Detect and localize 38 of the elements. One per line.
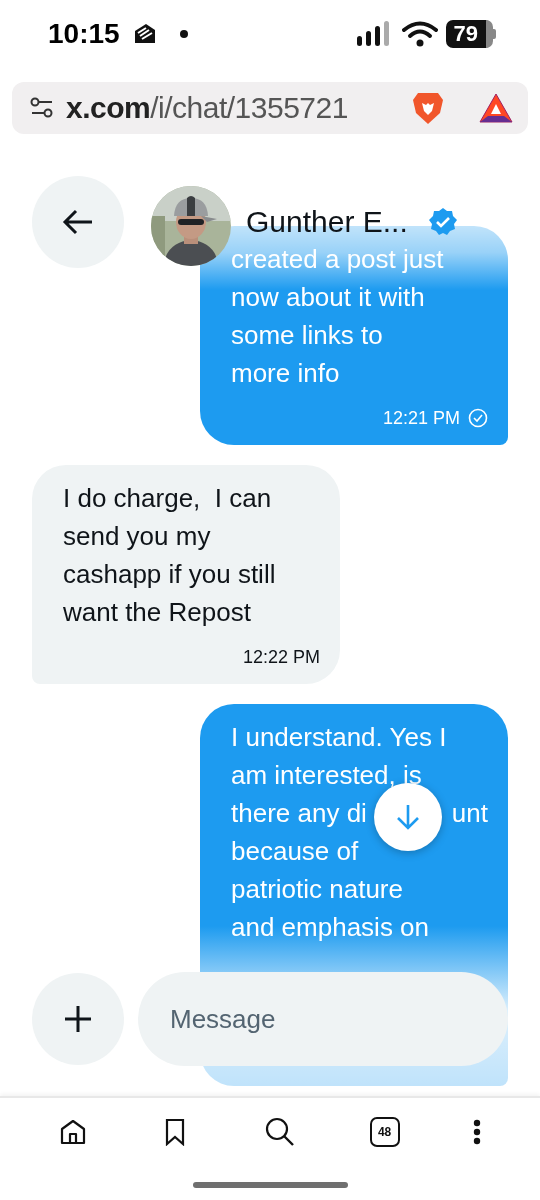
clock-time: 10:15 [48, 18, 120, 50]
signal-icon [355, 21, 392, 47]
lion-shield-icon[interactable] [412, 91, 444, 125]
address-bar[interactable]: x.com/i/chat/1355721 [12, 82, 528, 134]
url-text[interactable]: x.com/i/chat/1355721 [66, 91, 400, 125]
message-text: because of [231, 835, 359, 868]
wifi-icon [401, 21, 438, 47]
message-time: 12:22 PM [242, 646, 320, 669]
message-text: patriotic nature [231, 873, 403, 906]
bookmark-icon [164, 1118, 187, 1146]
message-text: now about it with [231, 281, 425, 314]
message-text: some links to [231, 319, 383, 352]
message-text: I do charge, I can [63, 482, 272, 515]
message-text: want the Repost [63, 596, 251, 629]
message-time: 12:21 PM [382, 407, 460, 430]
triangle-icon[interactable] [478, 92, 514, 124]
message-text: send you my [63, 520, 211, 553]
down-arrow-icon [396, 803, 420, 831]
message-text: am interested, is [231, 759, 422, 792]
message-text: there any di [231, 797, 367, 830]
message-text: more info [231, 357, 340, 390]
plus-icon [63, 1004, 93, 1034]
more-icon [473, 1119, 482, 1145]
tune-icon[interactable] [30, 97, 54, 119]
message-text: created a post just [231, 243, 444, 276]
message-text: I understand. Yes I [231, 721, 447, 754]
check-circle-icon [468, 408, 488, 428]
message-text: and emphasis on [231, 911, 430, 944]
message-text: cashapp if you still [63, 558, 276, 591]
message-text: unt [451, 797, 488, 830]
battery-icon: 79 [445, 20, 496, 48]
search-icon [264, 1116, 296, 1148]
contact-name[interactable]: Gunther E... [246, 205, 408, 239]
back-arrow-icon [62, 208, 94, 236]
message-field[interactable]: Message [138, 972, 508, 1066]
dot-icon [179, 30, 188, 38]
home-icon [58, 1118, 87, 1146]
tabs-button[interactable]: 48 [369, 1117, 400, 1147]
